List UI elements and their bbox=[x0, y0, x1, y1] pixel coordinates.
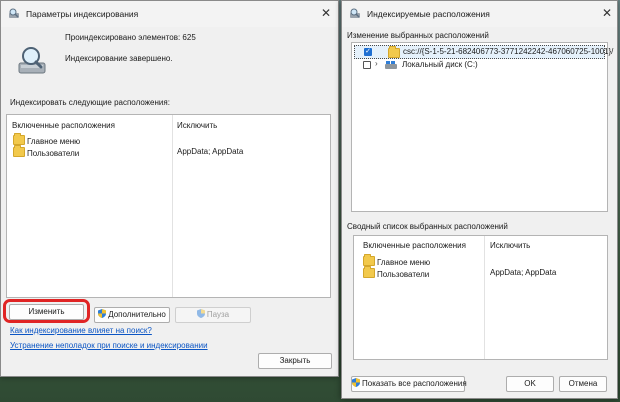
column-header-exclude[interactable]: Исключить bbox=[177, 121, 217, 130]
column-header-included[interactable]: Включенные расположения bbox=[363, 241, 466, 250]
change-group-label: Изменение выбранных расположений bbox=[346, 31, 490, 40]
folder-icon bbox=[13, 145, 25, 157]
window-title: Индексируемые расположения bbox=[367, 9, 490, 19]
close-button[interactable]: Закрыть bbox=[258, 353, 332, 369]
list-item[interactable]: Главное меню bbox=[13, 133, 80, 146]
shield-icon bbox=[196, 309, 205, 318]
cancel-button[interactable]: Отмена bbox=[559, 376, 607, 392]
section-label: Индексировать следующие расположения: bbox=[10, 98, 170, 107]
title-bar[interactable]: Индексируемые расположения ✕ bbox=[342, 1, 617, 27]
modify-button[interactable]: Изменить bbox=[9, 304, 84, 320]
show-all-locations-button[interactable]: Показать все расположения bbox=[351, 376, 467, 392]
drive-icon bbox=[385, 61, 397, 69]
locations-tree[interactable]: ✓ csc://{S-1-5-21-682406773-3771242242-4… bbox=[351, 42, 613, 212]
window-title: Параметры индексирования bbox=[26, 9, 139, 19]
column-separator bbox=[484, 236, 485, 359]
tree-item-label: Локальный диск (C:) bbox=[402, 60, 478, 69]
advanced-button[interactable]: Дополнительно bbox=[94, 307, 170, 323]
tree-item[interactable]: › Локальный диск (C:) bbox=[354, 59, 603, 71]
title-bar[interactable]: Параметры индексирования ✕ bbox=[1, 1, 338, 27]
tree-item[interactable]: ✓ csc://{S-1-5-21-682406773-3771242242-4… bbox=[354, 45, 613, 59]
column-header-included[interactable]: Включенные расположения bbox=[12, 121, 115, 130]
list-item[interactable]: Пользователи bbox=[13, 145, 79, 158]
indexing-app-icon bbox=[350, 8, 360, 18]
shield-icon bbox=[352, 378, 360, 387]
folder-icon bbox=[363, 266, 375, 278]
checkbox-icon[interactable] bbox=[363, 61, 371, 69]
column-separator bbox=[172, 115, 173, 297]
indexing-options-window: Параметры индексирования ✕ Проиндексиров… bbox=[0, 0, 339, 377]
folder-icon bbox=[388, 46, 400, 58]
list-item-exclude: AppData; AppData bbox=[177, 147, 244, 156]
summary-group-label: Сводный список выбранных расположений bbox=[346, 222, 509, 231]
chevron-right-icon[interactable]: › bbox=[375, 59, 378, 68]
list-item[interactable]: Пользователи bbox=[363, 266, 429, 279]
ok-button[interactable]: OK bbox=[506, 376, 554, 392]
folder-icon bbox=[13, 133, 25, 145]
folder-icon bbox=[363, 254, 375, 266]
indexing-status: Индексирование завершено. bbox=[65, 54, 173, 63]
troubleshoot-link[interactable]: Устранение неполадок при поиске и индекс… bbox=[10, 341, 208, 350]
column-header-exclude[interactable]: Исключить bbox=[490, 241, 530, 250]
indexing-status-icon bbox=[18, 47, 46, 74]
list-item[interactable]: Главное меню bbox=[363, 254, 430, 267]
indexed-locations-window: Индексируемые расположения ✕ Изменение в… bbox=[341, 0, 618, 399]
how-indexing-affects-link[interactable]: Как индексирование влияет на поиск? bbox=[10, 326, 152, 335]
shield-icon bbox=[98, 309, 107, 318]
close-icon[interactable]: ✕ bbox=[600, 6, 614, 20]
locations-list[interactable]: Включенные расположения Исключить Главно… bbox=[6, 114, 331, 298]
close-icon[interactable]: ✕ bbox=[319, 6, 333, 20]
summary-list[interactable]: Включенные расположения Исключить Главно… bbox=[353, 235, 608, 360]
tree-item-label: csc://{S-1-5-21-682406773-3771242242-467… bbox=[403, 47, 614, 56]
pause-button: Пауза bbox=[175, 307, 251, 323]
checkbox-checked-icon[interactable]: ✓ bbox=[364, 48, 372, 56]
list-item-exclude: AppData; AppData bbox=[490, 268, 557, 277]
indexing-app-icon bbox=[9, 8, 19, 18]
indexed-count: Проиндексировано элементов: 625 bbox=[65, 33, 196, 42]
